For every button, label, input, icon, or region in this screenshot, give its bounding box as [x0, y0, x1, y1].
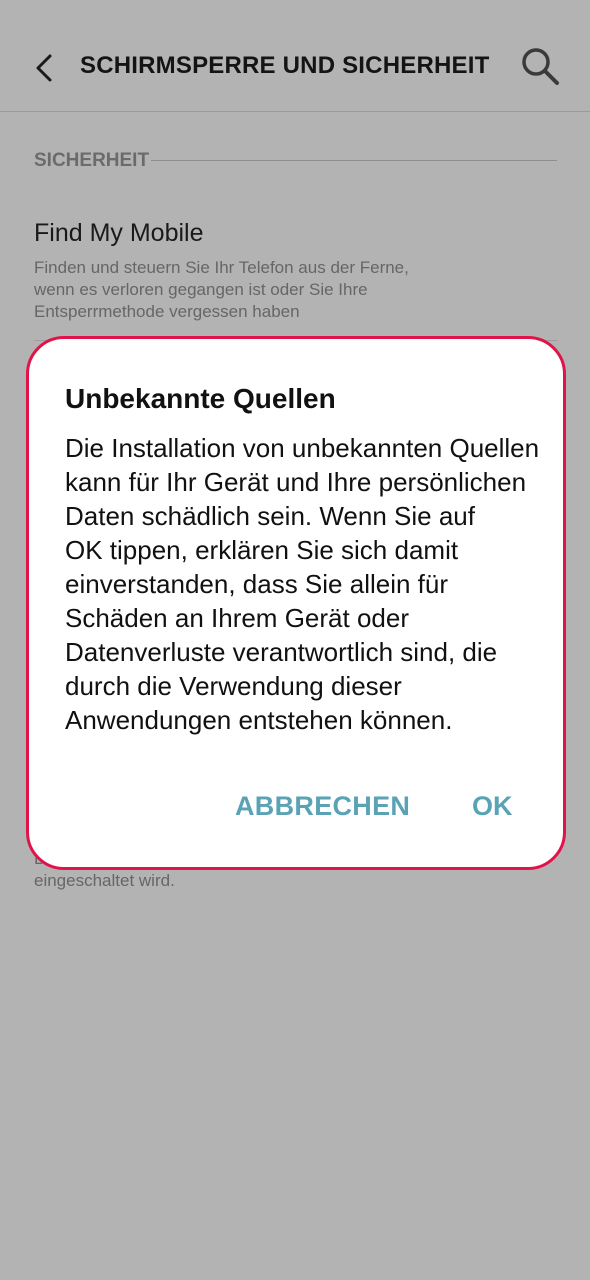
- back-button[interactable]: [26, 48, 66, 88]
- cancel-button[interactable]: ABBRECHEN: [235, 791, 410, 822]
- section-header: SICHERHEIT: [34, 150, 557, 176]
- dialog-message: Die Installation von unbekannten Quellen…: [65, 433, 540, 735]
- search-button[interactable]: [518, 44, 562, 88]
- unknown-sources-dialog: Unbekannte Quellen Die Installation von …: [26, 336, 566, 870]
- dialog-actions: ABBRECHEN OK: [29, 791, 563, 831]
- app-bar: SCHIRMSPERRE UND SICHERHEIT: [0, 0, 590, 112]
- dialog-title: Unbekannte Quellen: [65, 383, 336, 414]
- search-icon: [522, 48, 559, 85]
- find-my-mobile-item[interactable]: Find My Mobile Finden und steuern Sie Ih…: [34, 216, 534, 323]
- find-my-mobile-summary: Finden und steuern Sie Ihr Telefon aus d…: [34, 258, 409, 321]
- back-arrow-icon: [36, 54, 52, 82]
- ok-button[interactable]: OK: [472, 791, 513, 822]
- section-title: SICHERHEIT: [34, 150, 152, 172]
- find-my-mobile-title: Find My Mobile: [34, 219, 204, 247]
- page-title: SCHIRMSPERRE UND SICHERHEIT: [80, 52, 490, 79]
